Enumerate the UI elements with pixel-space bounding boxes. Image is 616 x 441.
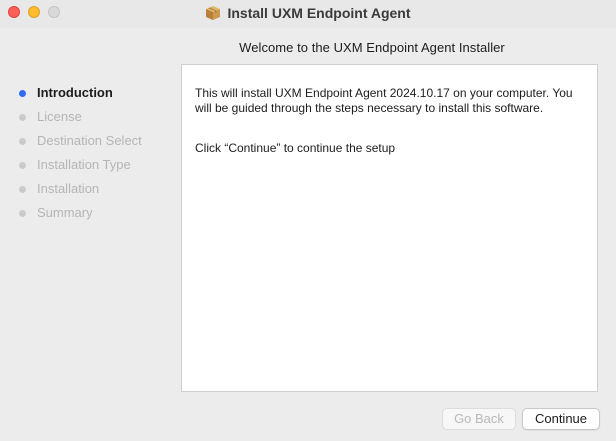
step-label: Summary [37, 205, 93, 220]
content-panel: This will install UXM Endpoint Agent 202… [181, 64, 598, 392]
page-title: Welcome to the UXM Endpoint Agent Instal… [239, 40, 505, 55]
go-back-button: Go Back [442, 408, 516, 430]
window-title-group: Install UXM Endpoint Agent [0, 0, 616, 26]
window-title: Install UXM Endpoint Agent [227, 5, 411, 21]
step-bullet-icon [19, 210, 26, 217]
step-installation-type: Installation Type [0, 156, 180, 180]
intro-paragraph: This will install UXM Endpoint Agent 202… [195, 86, 573, 115]
title-bar[interactable]: Install UXM Endpoint Agent [0, 0, 616, 28]
package-icon [205, 5, 221, 21]
step-installation: Installation [0, 180, 180, 204]
installer-steps: Introduction License Destination Select … [0, 84, 180, 228]
step-label: Destination Select [37, 133, 142, 148]
installer-window: Install UXM Endpoint Agent Welcome to th… [0, 0, 616, 441]
continue-instruction: Click “Continue” to continue the setup [195, 141, 396, 155]
step-bullet-icon [19, 162, 26, 169]
step-bullet-icon [19, 114, 26, 121]
step-label: Installation [37, 181, 100, 196]
step-summary: Summary [0, 204, 180, 228]
step-label: Installation Type [37, 157, 131, 172]
step-label: Introduction [37, 85, 113, 100]
step-bullet-icon [19, 186, 26, 193]
continue-button[interactable]: Continue [522, 408, 600, 430]
step-introduction: Introduction [0, 84, 180, 108]
step-bullet-icon [19, 138, 26, 145]
step-label: License [37, 109, 82, 124]
step-destination-select: Destination Select [0, 132, 180, 156]
step-bullet-icon [19, 90, 26, 97]
step-license: License [0, 108, 180, 132]
